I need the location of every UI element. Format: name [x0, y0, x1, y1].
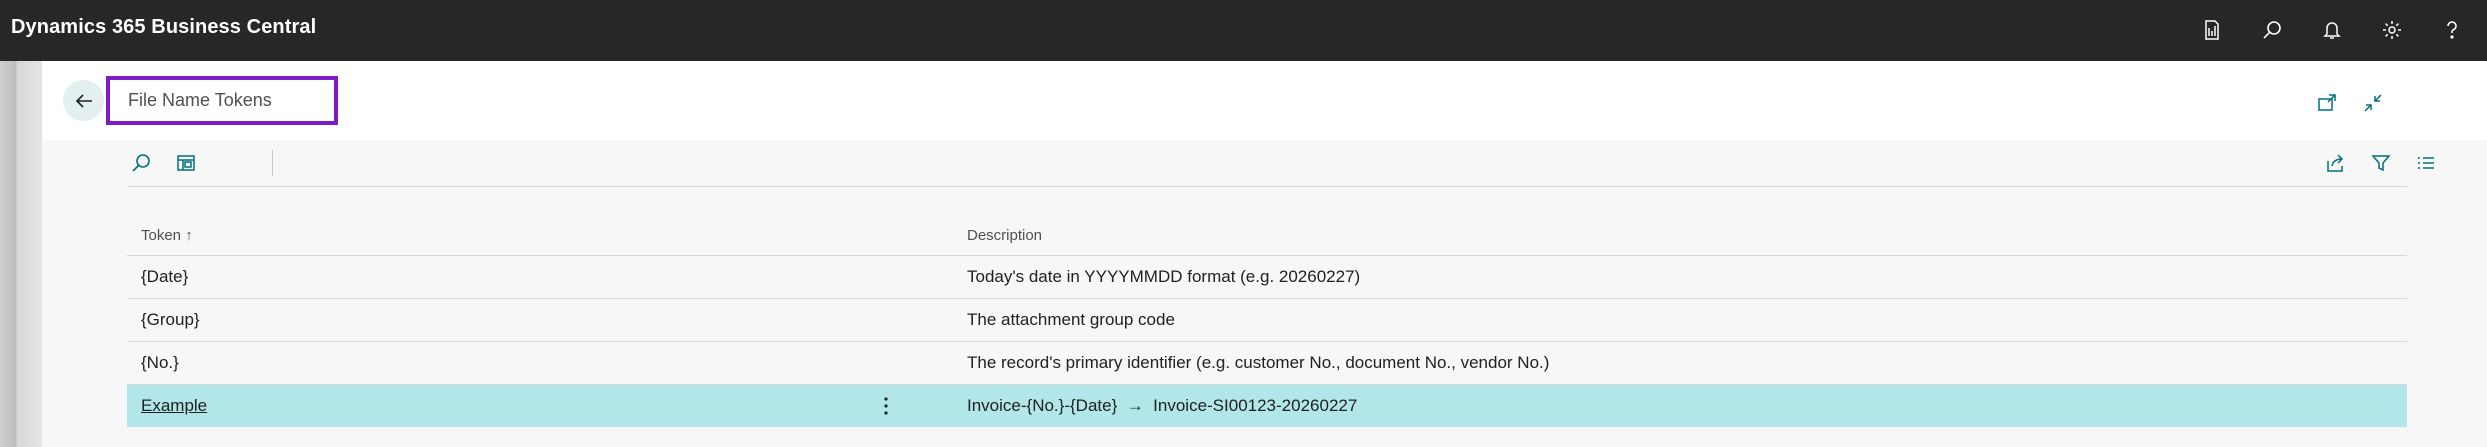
search-icon[interactable] — [2257, 15, 2287, 45]
sort-ascending-indicator: ↑ — [185, 227, 193, 244]
table-row-selected[interactable]: Example Invoice-{No.}-{Date} → Invoice-S… — [127, 385, 2407, 427]
page-title-highlight: File Name Tokens — [106, 76, 338, 125]
bell-icon[interactable] — [2317, 15, 2347, 45]
search-icon[interactable] — [127, 149, 155, 177]
arrow-left-icon — [75, 93, 92, 108]
list-area: Token ↑ Description {Date} Today's date … — [42, 140, 2487, 447]
filter-icon[interactable] — [2367, 149, 2395, 177]
list-toolbar — [127, 140, 2434, 187]
table-row[interactable]: {No.} The record's primary identifier (e… — [127, 342, 2407, 385]
collapse-icon[interactable] — [2358, 88, 2388, 118]
left-rail — [0, 61, 42, 447]
help-icon[interactable] — [2437, 15, 2467, 45]
report-icon[interactable] — [2197, 15, 2227, 45]
share-icon[interactable] — [2321, 149, 2349, 177]
column-header-description[interactable]: Description — [967, 227, 1042, 244]
table-row[interactable]: {Date} Today's date in YYYYMMDD format (… — [127, 256, 2407, 299]
back-button[interactable] — [63, 80, 104, 121]
list-view-icon[interactable] — [2412, 149, 2440, 177]
app-top-bar: Dynamics 365 Business Central — [0, 0, 2487, 61]
tokens-table: Token ↑ Description {Date} Today's date … — [127, 217, 2407, 427]
description-cell: Today's date in YYYYMMDD format (e.g. 20… — [967, 267, 1361, 286]
token-cell[interactable]: {No.} — [141, 353, 179, 373]
token-cell[interactable]: {Group} — [141, 310, 200, 330]
layout-icon[interactable] — [172, 149, 200, 177]
toolbar-separator — [272, 150, 273, 176]
gear-icon[interactable] — [2377, 15, 2407, 45]
description-cell: Invoice-{No.}-{Date} → Invoice-SI00123-2… — [967, 396, 1358, 415]
page-card: File Name Tokens Token ↑ Description {Da… — [42, 61, 2487, 447]
description-cell: The attachment group code — [967, 310, 1175, 329]
column-header-token[interactable]: Token ↑ — [141, 227, 193, 244]
app-title[interactable]: Dynamics 365 Business Central — [11, 16, 316, 39]
token-cell-link[interactable]: Example — [141, 396, 207, 416]
open-new-window-icon[interactable] — [2312, 88, 2342, 118]
row-actions-kebab-icon[interactable] — [879, 395, 893, 417]
table-header: Token ↑ Description — [127, 217, 2407, 256]
table-row[interactable]: {Group} The attachment group code — [127, 299, 2407, 342]
description-cell: The record's primary identifier (e.g. cu… — [967, 353, 1550, 372]
token-cell[interactable]: {Date} — [141, 267, 188, 287]
page-title: File Name Tokens — [128, 90, 272, 110]
